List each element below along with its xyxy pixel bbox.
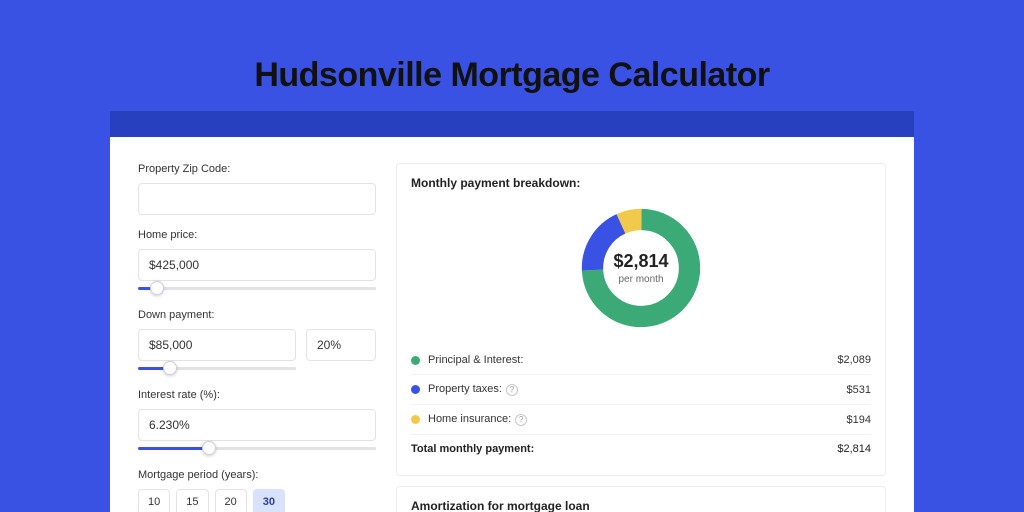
info-icon[interactable]: ? — [515, 414, 527, 426]
legend-value: $2,089 — [837, 354, 871, 366]
period-pill-20[interactable]: 20 — [215, 489, 247, 512]
interest-group: Interest rate (%): — [138, 389, 376, 455]
legend-label: Home insurance:? — [428, 413, 847, 426]
home-price-group: Home price: — [138, 229, 376, 295]
home-price-label: Home price: — [138, 229, 376, 241]
legend-dot — [411, 415, 420, 424]
interest-slider[interactable] — [138, 443, 376, 455]
header-strip — [110, 111, 914, 137]
down-payment-input[interactable] — [138, 329, 296, 361]
legend: Principal & Interest:$2,089Property taxe… — [411, 346, 871, 434]
results-column: Monthly payment breakdown: $2,814 per mo… — [396, 163, 886, 512]
period-pills: 10 15 20 30 — [138, 489, 376, 512]
home-price-input[interactable] — [138, 249, 376, 281]
amort-title: Amortization for mortgage loan — [411, 499, 871, 512]
period-label: Mortgage period (years): — [138, 469, 376, 481]
period-group: Mortgage period (years): 10 15 20 30 — [138, 469, 376, 512]
zip-group: Property Zip Code: — [138, 163, 376, 215]
donut-chart: $2,814 per month — [411, 198, 871, 346]
legend-label: Principal & Interest: — [428, 354, 837, 366]
interest-label: Interest rate (%): — [138, 389, 376, 401]
down-payment-label: Down payment: — [138, 309, 376, 321]
down-payment-group: Down payment: — [138, 309, 376, 375]
legend-dot — [411, 385, 420, 394]
zip-input[interactable] — [138, 183, 376, 215]
zip-label: Property Zip Code: — [138, 163, 376, 175]
info-icon[interactable]: ? — [506, 384, 518, 396]
total-label: Total monthly payment: — [411, 443, 837, 455]
slider-thumb[interactable] — [163, 361, 177, 375]
legend-row: Home insurance:?$194 — [411, 404, 871, 434]
period-pill-15[interactable]: 15 — [176, 489, 208, 512]
inputs-column: Property Zip Code: Home price: Down paym… — [138, 163, 376, 512]
period-pill-30[interactable]: 30 — [253, 489, 285, 512]
home-price-slider[interactable] — [138, 283, 376, 295]
period-pill-10[interactable]: 10 — [138, 489, 170, 512]
calculator-card: Property Zip Code: Home price: Down paym… — [110, 137, 914, 512]
legend-value: $531 — [847, 384, 871, 396]
legend-row: Principal & Interest:$2,089 — [411, 346, 871, 374]
amortization-panel: Amortization for mortgage loan Amortizat… — [396, 486, 886, 512]
total-value: $2,814 — [837, 443, 871, 455]
legend-row: Property taxes:?$531 — [411, 374, 871, 404]
total-row: Total monthly payment: $2,814 — [411, 434, 871, 463]
down-payment-slider[interactable] — [138, 363, 296, 375]
slider-thumb[interactable] — [202, 441, 216, 455]
legend-dot — [411, 356, 420, 365]
donut-sub: per month — [618, 274, 663, 285]
breakdown-panel: Monthly payment breakdown: $2,814 per mo… — [396, 163, 886, 476]
down-payment-pct-input[interactable] — [306, 329, 376, 361]
slider-thumb[interactable] — [150, 281, 164, 295]
legend-value: $194 — [847, 414, 871, 426]
legend-label: Property taxes:? — [428, 383, 847, 396]
page-title: Hudsonville Mortgage Calculator — [0, 56, 1024, 95]
donut-amount: $2,814 — [613, 251, 668, 272]
interest-input[interactable] — [138, 409, 376, 441]
breakdown-title: Monthly payment breakdown: — [411, 176, 871, 190]
